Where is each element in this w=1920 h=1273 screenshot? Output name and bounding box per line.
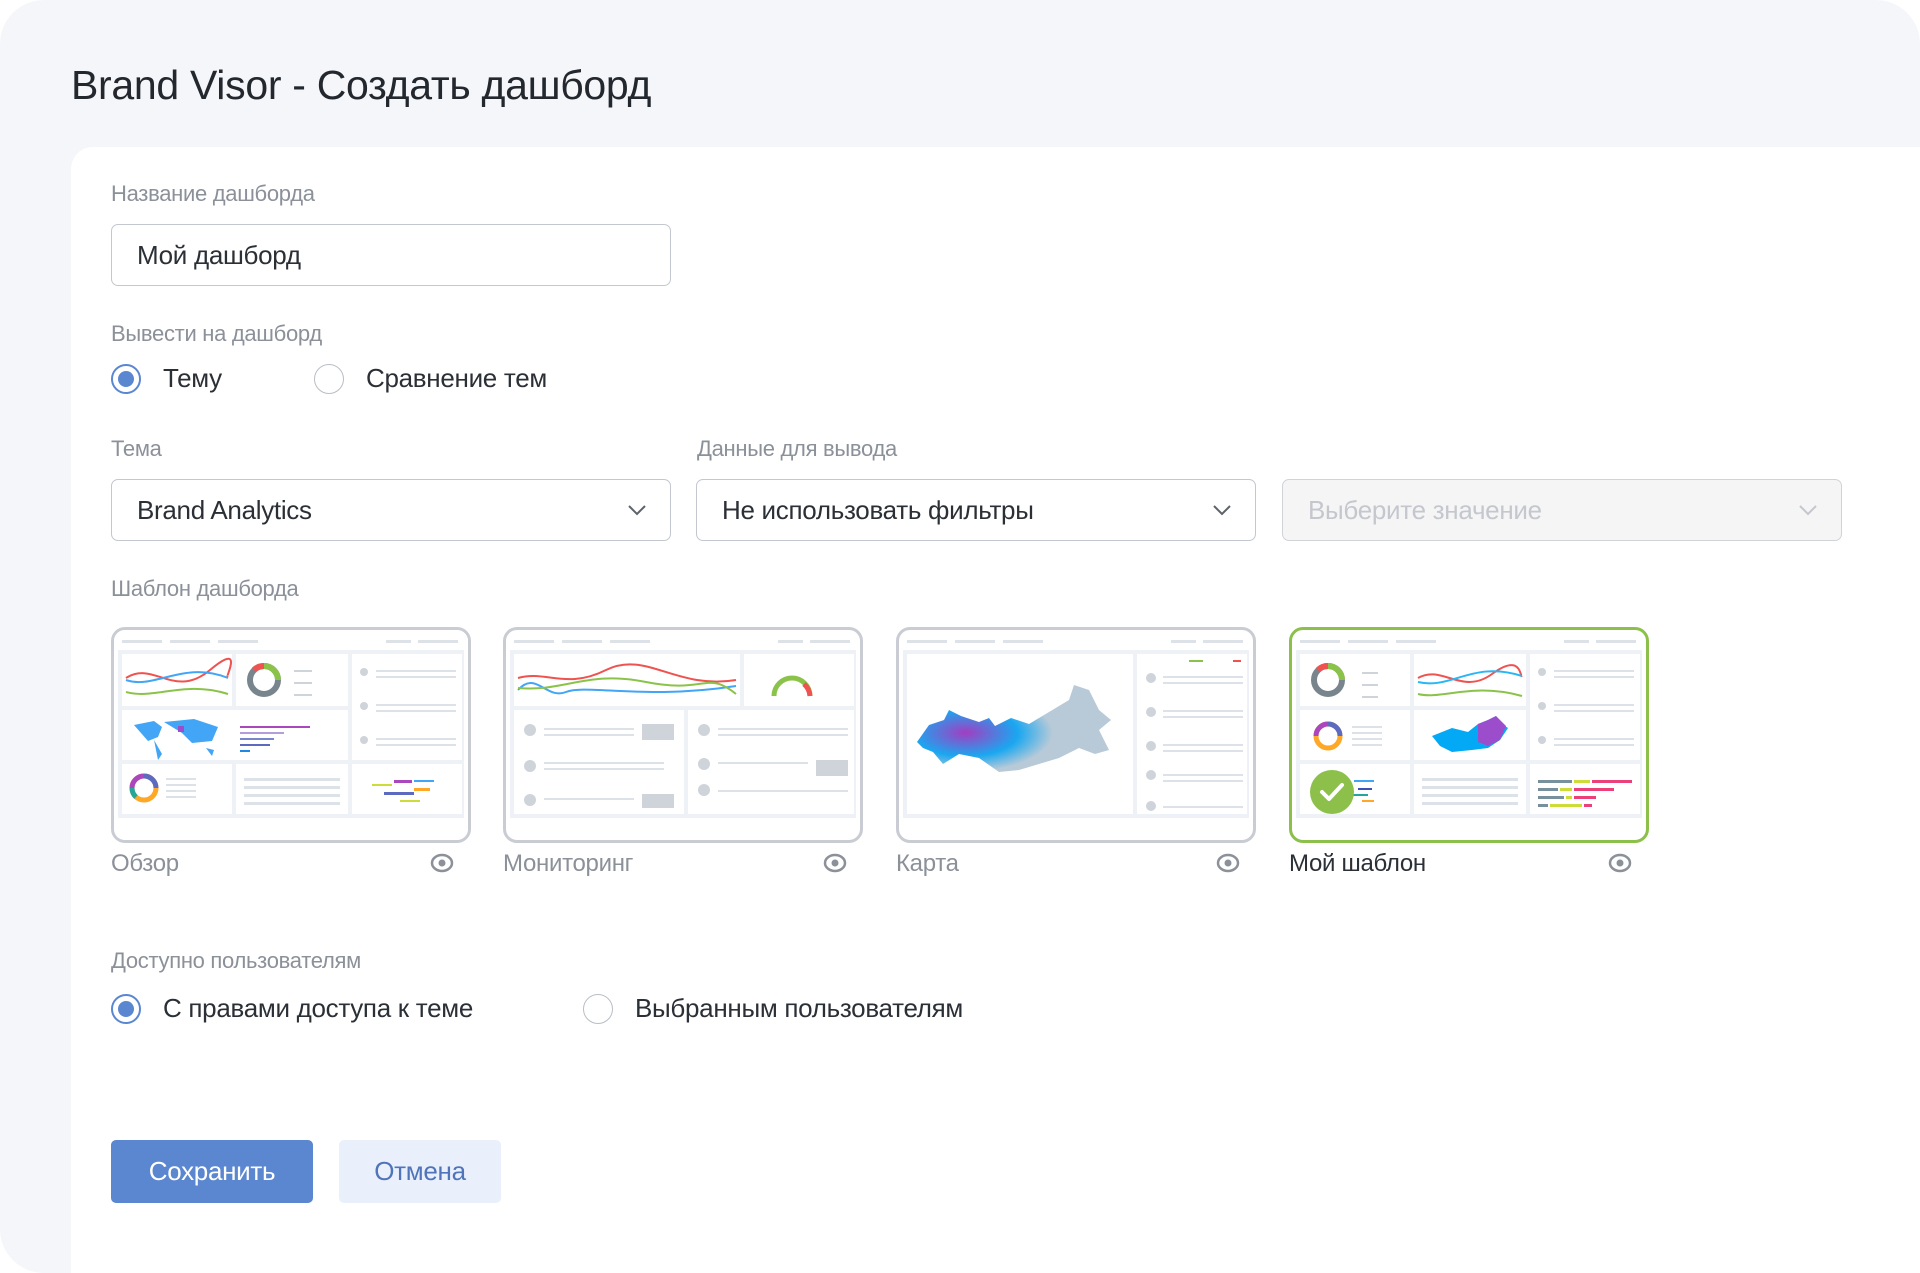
template-card-map[interactable] bbox=[896, 627, 1256, 843]
output-label: Вывести на дашборд bbox=[111, 321, 322, 346]
eye-icon[interactable] bbox=[1608, 852, 1632, 874]
template-label-my-template: Мой шаблон bbox=[1289, 850, 1426, 877]
template-preview-monitoring bbox=[510, 640, 856, 818]
radio-topic-indicator[interactable] bbox=[111, 363, 141, 394]
eye-icon[interactable] bbox=[823, 852, 847, 874]
data-output-select-value: Не использовать фильтры bbox=[722, 494, 1034, 525]
topic-select[interactable]: Brand Analytics bbox=[111, 479, 671, 541]
topic-select-value: Brand Analytics bbox=[137, 494, 312, 525]
radio-selected-users-label: Выбранным пользователям bbox=[635, 993, 963, 1023]
radio-selected-users-indicator[interactable] bbox=[583, 993, 613, 1024]
template-preview-my-template bbox=[1296, 640, 1642, 818]
radio-topic[interactable]: Тему bbox=[111, 363, 222, 394]
chevron-down-icon bbox=[628, 505, 646, 516]
access-label: Доступно пользователям bbox=[111, 948, 361, 973]
save-button[interactable]: Сохранить bbox=[111, 1140, 313, 1203]
template-label-monitoring: Мониторинг bbox=[503, 850, 634, 877]
radio-topic-comparison-label: Сравнение тем bbox=[366, 363, 547, 393]
data-output-select[interactable]: Не использовать фильтры bbox=[696, 479, 1256, 541]
radio-topic-comparison[interactable]: Сравнение тем bbox=[314, 363, 547, 394]
template-label-map: Карта bbox=[896, 850, 959, 877]
radio-topic-access[interactable]: С правами доступа к теме bbox=[111, 993, 473, 1024]
template-preview-map bbox=[903, 640, 1249, 818]
selected-check-badge bbox=[1310, 770, 1354, 814]
dashboard-name-value: Мой дашборд bbox=[137, 239, 301, 270]
radio-topic-access-label: С правами доступа к теме bbox=[163, 993, 474, 1023]
value-select-placeholder: Выберите значение bbox=[1308, 494, 1542, 525]
radio-topic-label: Тему bbox=[163, 363, 222, 393]
eye-icon[interactable] bbox=[430, 852, 454, 874]
dashboard-name-input[interactable]: Мой дашборд bbox=[111, 224, 671, 286]
template-label-overview: Обзор bbox=[111, 850, 179, 877]
template-card-my-template[interactable] bbox=[1289, 627, 1649, 843]
radio-selected-users[interactable]: Выбранным пользователям bbox=[583, 993, 963, 1024]
radio-topic-access-indicator[interactable] bbox=[111, 993, 141, 1024]
template-card-monitoring[interactable] bbox=[503, 627, 863, 843]
template-label: Шаблон дашборда bbox=[111, 576, 299, 601]
page-title: Brand Visor - Создать дашборд bbox=[71, 62, 652, 108]
value-select[interactable]: Выберите значение bbox=[1282, 479, 1842, 541]
template-card-overview[interactable] bbox=[111, 627, 471, 843]
chevron-down-icon bbox=[1799, 505, 1817, 516]
chevron-down-icon bbox=[1213, 505, 1231, 516]
topic-label: Тема bbox=[111, 436, 162, 461]
radio-topic-comparison-indicator[interactable] bbox=[314, 363, 344, 394]
template-preview-overview bbox=[114, 630, 468, 840]
cancel-button[interactable]: Отмена bbox=[339, 1140, 501, 1203]
eye-icon[interactable] bbox=[1216, 852, 1240, 874]
data-output-label: Данные для вывода bbox=[697, 436, 897, 461]
dashboard-name-label: Название дашборда bbox=[111, 181, 315, 206]
